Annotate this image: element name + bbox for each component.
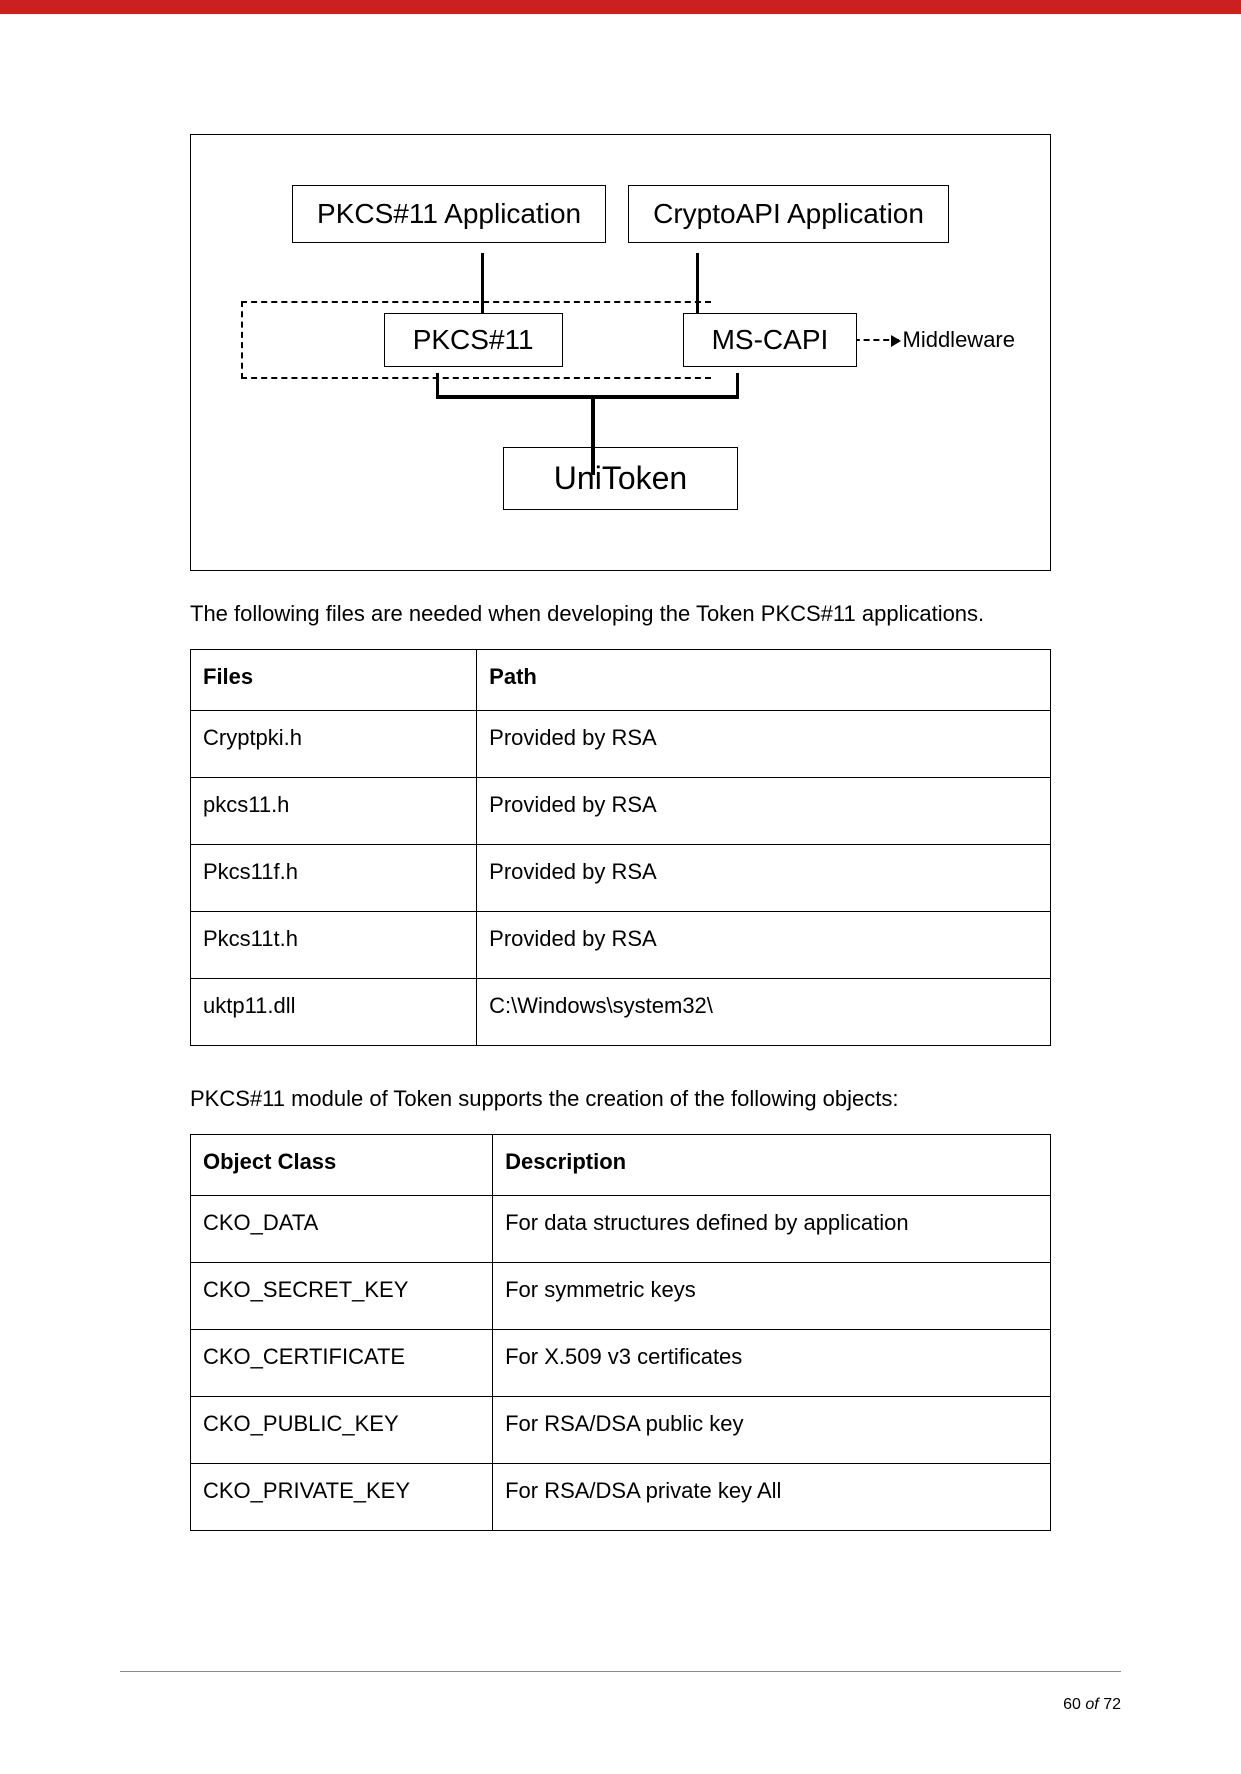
object-class: CKO_PRIVATE_KEY bbox=[191, 1464, 493, 1531]
table-row: CKO_PRIVATE_KEY For RSA/DSA private key … bbox=[191, 1464, 1051, 1531]
middleware-text: Middleware bbox=[903, 327, 1016, 353]
pkcs11-box: PKCS#11 bbox=[384, 313, 563, 367]
file-path: Provided by RSA bbox=[477, 778, 1051, 845]
middleware-label: Middleware bbox=[844, 327, 1016, 353]
pkcs11-app-box: PKCS#11 Application bbox=[292, 185, 606, 243]
table-row: CKO_CERTIFICATE For X.509 v3 certificate… bbox=[191, 1330, 1051, 1397]
table-row: Pkcs11t.h Provided by RSA bbox=[191, 912, 1051, 979]
object-class: CKO_SECRET_KEY bbox=[191, 1263, 493, 1330]
file-name: Cryptpki.h bbox=[191, 711, 477, 778]
table-row: Pkcs11f.h Provided by RSA bbox=[191, 845, 1051, 912]
objects-intro-paragraph: PKCS#11 module of Token supports the cre… bbox=[190, 1086, 1051, 1112]
page-total: 72 bbox=[1103, 1696, 1121, 1713]
files-intro-paragraph: The following files are needed when deve… bbox=[190, 601, 1051, 627]
table-row: Cryptpki.h Provided by RSA bbox=[191, 711, 1051, 778]
files-header: Files bbox=[191, 650, 477, 711]
connector-line bbox=[591, 395, 595, 475]
page-of: of bbox=[1085, 1696, 1098, 1713]
object-desc: For X.509 v3 certificates bbox=[493, 1330, 1051, 1397]
object-desc: For RSA/DSA private key All bbox=[493, 1464, 1051, 1531]
unitoken-box: UniToken bbox=[503, 447, 738, 510]
table-row: pkcs11.h Provided by RSA bbox=[191, 778, 1051, 845]
path-header: Path bbox=[477, 650, 1051, 711]
table-row: CKO_DATA For data structures defined by … bbox=[191, 1196, 1051, 1263]
page-current: 60 bbox=[1063, 1696, 1081, 1713]
file-path: Provided by RSA bbox=[477, 711, 1051, 778]
file-path: C:\Windows\system32\ bbox=[477, 979, 1051, 1046]
connector-line bbox=[436, 373, 439, 397]
object-desc: For symmetric keys bbox=[493, 1263, 1051, 1330]
diagram-row-top: PKCS#11 Application CryptoAPI Applicatio… bbox=[231, 185, 1010, 243]
object-class: CKO_PUBLIC_KEY bbox=[191, 1397, 493, 1464]
connector-line bbox=[436, 395, 739, 399]
page-number: 60 of 72 bbox=[0, 1672, 1241, 1714]
object-class-header: Object Class bbox=[191, 1135, 493, 1196]
table-header-row: Files Path bbox=[191, 650, 1051, 711]
file-name: uktp11.dll bbox=[191, 979, 477, 1046]
diagram-row-bottom: UniToken bbox=[231, 447, 1010, 510]
object-desc: For data structures defined by applicati… bbox=[493, 1196, 1051, 1263]
architecture-diagram: PKCS#11 Application CryptoAPI Applicatio… bbox=[190, 134, 1051, 571]
file-name: pkcs11.h bbox=[191, 778, 477, 845]
file-name: Pkcs11f.h bbox=[191, 845, 477, 912]
file-path: Provided by RSA bbox=[477, 912, 1051, 979]
files-table: Files Path Cryptpki.h Provided by RSA pk… bbox=[190, 649, 1051, 1046]
description-header: Description bbox=[493, 1135, 1051, 1196]
table-row: CKO_SECRET_KEY For symmetric keys bbox=[191, 1263, 1051, 1330]
content: PKCS#11 Application CryptoAPI Applicatio… bbox=[0, 14, 1241, 1531]
mscapi-box: MS-CAPI bbox=[683, 313, 858, 367]
object-class: CKO_DATA bbox=[191, 1196, 493, 1263]
object-class-table: Object Class Description CKO_DATA For da… bbox=[190, 1134, 1051, 1531]
diagram-row-middle: PKCS#11 MS-CAPI Middleware bbox=[231, 313, 1010, 367]
object-class: CKO_CERTIFICATE bbox=[191, 1330, 493, 1397]
table-row: CKO_PUBLIC_KEY For RSA/DSA public key bbox=[191, 1397, 1051, 1464]
table-header-row: Object Class Description bbox=[191, 1135, 1051, 1196]
file-path: Provided by RSA bbox=[477, 845, 1051, 912]
cryptoapi-app-box: CryptoAPI Application bbox=[628, 185, 949, 243]
table-row: uktp11.dll C:\Windows\system32\ bbox=[191, 979, 1051, 1046]
page: PKCS#11 Application CryptoAPI Applicatio… bbox=[0, 0, 1241, 1774]
header-bar bbox=[0, 0, 1241, 14]
connector-line bbox=[736, 373, 739, 397]
object-desc: For RSA/DSA public key bbox=[493, 1397, 1051, 1464]
file-name: Pkcs11t.h bbox=[191, 912, 477, 979]
